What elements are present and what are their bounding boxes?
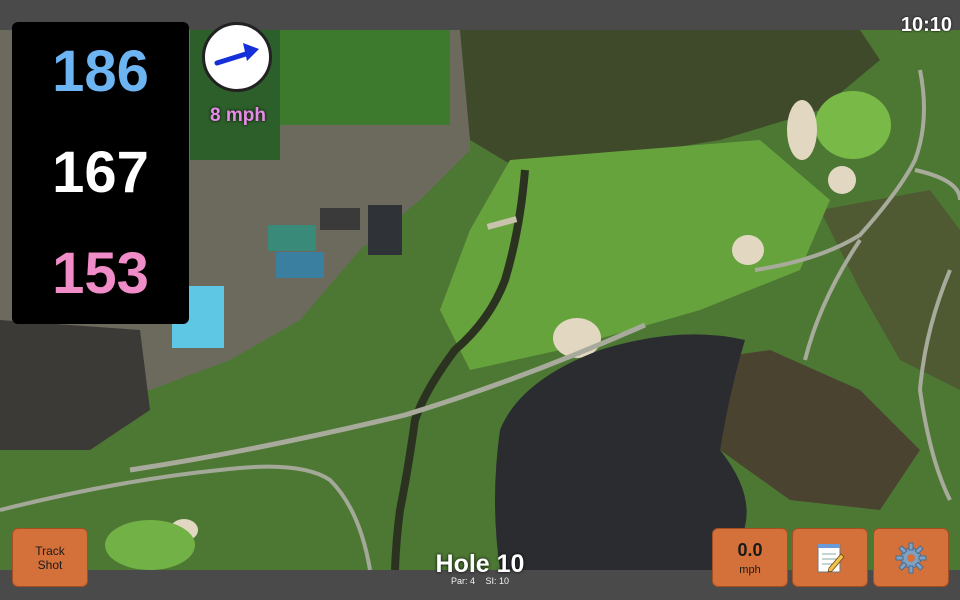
hole-details: Par: 4 SI: 10 (380, 576, 580, 586)
arrow-east-icon (214, 43, 259, 66)
yardage-panel: 186 167 153 (12, 22, 189, 324)
track-shot-label-line1: Track (35, 543, 65, 558)
speed-value: 0.0 (737, 539, 763, 560)
track-shot-button[interactable]: Track Shot (12, 528, 88, 587)
wind-speed: 8 mph (210, 105, 266, 126)
speed-button[interactable]: 0.0 mph (712, 528, 788, 587)
notepad-icon (817, 543, 845, 573)
front-yardage: 153 (52, 240, 149, 306)
hole-info: Hole 10 Par: 4 SI: 10 (380, 550, 580, 586)
hole-stroke-index: SI: 10 (485, 576, 510, 586)
center-yardage: 167 (52, 139, 149, 205)
gear-icon (895, 542, 927, 573)
clock: 10:10 (900, 14, 952, 36)
wind-indicator: 8 mph (198, 22, 278, 132)
wind-compass (202, 22, 272, 92)
settings-button[interactable] (873, 528, 949, 587)
back-yardage: 186 (52, 39, 149, 105)
track-shot-label-line2: Shot (37, 557, 63, 572)
hole-title: Hole 10 (435, 550, 525, 578)
track-shot-label: Track Shot (35, 544, 65, 572)
notes-button[interactable] (792, 528, 868, 587)
hole-par: Par: 4 (450, 576, 475, 586)
speed-unit: mph (739, 563, 761, 576)
